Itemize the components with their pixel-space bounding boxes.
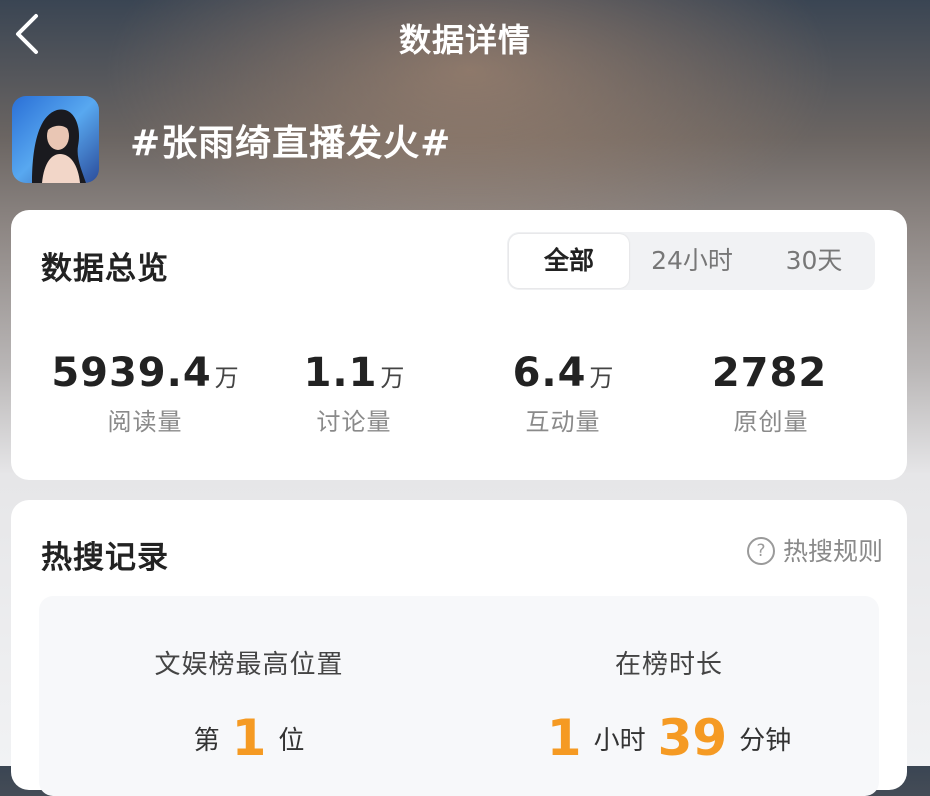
stat-value: 5939.4 xyxy=(51,350,212,396)
time-on-list-value: 1 小时 39 分钟 xyxy=(459,709,879,767)
stat-label: 阅读量 xyxy=(107,408,183,436)
question-circle-icon: ? xyxy=(746,537,775,565)
duration-minutes-unit: 分钟 xyxy=(739,726,792,756)
peak-suffix: 位 xyxy=(278,726,305,756)
peak-rank: 1 xyxy=(231,709,267,767)
avatar xyxy=(12,96,99,183)
peak-position-value: 第1位 xyxy=(39,709,459,767)
stat-label: 讨论量 xyxy=(316,408,392,436)
stat-label: 互动量 xyxy=(525,408,601,436)
overview-card: 数据总览 全部 24小时 30天 5939.4 万 阅读量 1.1 万 讨论量 6.… xyxy=(11,210,907,480)
page-title: 数据详情 xyxy=(398,21,531,59)
tab-all[interactable]: 全部 xyxy=(509,234,629,288)
rules-label: 热搜规则 xyxy=(782,537,883,566)
stat-unit: 万 xyxy=(589,364,614,392)
stat-unit: 万 xyxy=(380,364,405,392)
stat-reads: 5939.4 万 阅读量 xyxy=(25,350,265,437)
peak-position: 文娱榜最高位置 第1位 xyxy=(39,644,459,767)
stat-value: 1.1 xyxy=(303,350,378,396)
peak-prefix: 第 xyxy=(193,726,220,756)
hot-search-record-box: 文娱榜最高位置 第1位 在榜时长 1 小时 39 分钟 xyxy=(39,596,879,796)
stat-value: 6.4 xyxy=(512,350,587,396)
duration-minutes: 39 xyxy=(657,709,728,767)
stat-label: 原创量 xyxy=(733,408,809,436)
stat-discussions: 1.1 万 讨论量 xyxy=(234,350,474,437)
time-range-tabs: 全部 24小时 30天 xyxy=(507,232,875,290)
duration-hours-unit: 小时 xyxy=(593,726,646,756)
hot-search-card: 热搜记录 ? 热搜规则 文娱榜最高位置 第1位 在榜时长 1 小时 39 分钟 xyxy=(11,500,907,796)
topic-title: #张雨绮直播发火# xyxy=(130,123,452,164)
time-on-list-label: 在榜时长 xyxy=(614,650,723,680)
peak-position-label: 文娱榜最高位置 xyxy=(154,650,344,680)
duration-hours: 1 xyxy=(546,709,582,767)
time-on-list: 在榜时长 1 小时 39 分钟 xyxy=(459,644,879,767)
stat-value: 2782 xyxy=(711,350,828,396)
tab-24h[interactable]: 24小时 xyxy=(631,232,753,290)
hot-search-rules-link[interactable]: ? 热搜规则 xyxy=(746,536,883,568)
hot-search-heading: 热搜记录 xyxy=(41,540,169,576)
stat-originals: 2782 原创量 xyxy=(651,350,891,437)
tab-30d[interactable]: 30天 xyxy=(753,232,875,290)
overview-heading: 数据总览 xyxy=(41,251,169,287)
stat-interactions: 6.4 万 互动量 xyxy=(443,350,683,437)
